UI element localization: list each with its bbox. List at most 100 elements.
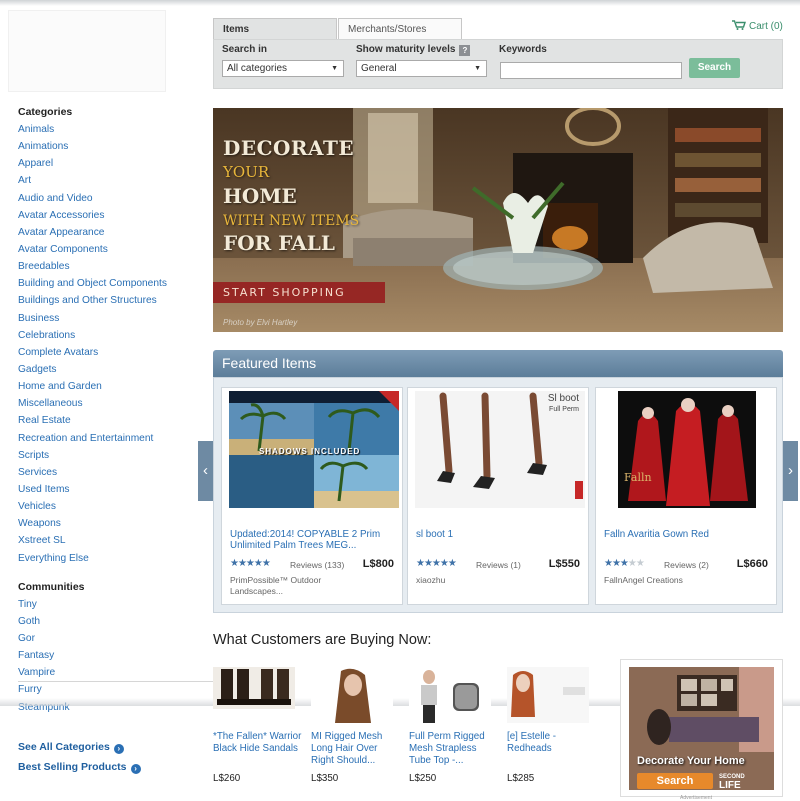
sidebar-category-link[interactable]: Breedables: [18, 258, 198, 275]
sidebar-category-link[interactable]: Used Items: [18, 481, 198, 498]
featured-item-seller[interactable]: PrimPossible™ Outdoor Landscapes...: [230, 575, 330, 597]
maturity-label-text: Show maturity levels: [356, 44, 456, 55]
best-selling-link[interactable]: Best Selling Products ›: [18, 757, 198, 777]
arrow-circle-icon: ›: [113, 743, 124, 754]
image-caption: Full Perm: [549, 406, 579, 413]
search-button[interactable]: Search: [689, 58, 740, 78]
featured-item-seller[interactable]: FallnAngel Creations: [604, 575, 704, 586]
banner-line-4: WITH NEW ITEMS: [223, 213, 360, 229]
featured-item-seller[interactable]: xiaozhu: [416, 575, 516, 586]
featured-item-price: L$800: [362, 558, 394, 570]
logo-area: [8, 10, 166, 92]
redheads-hair-image: [507, 667, 589, 723]
sidebar-category-link[interactable]: Celebrations: [18, 327, 198, 344]
keywords-input[interactable]: [501, 66, 681, 81]
sidebar-category-link[interactable]: Audio and Video: [18, 190, 198, 207]
sidebar-category-link[interactable]: Animals: [18, 121, 198, 138]
sidebar-category-link[interactable]: Gadgets: [18, 361, 198, 378]
product-image: [507, 667, 589, 723]
maturity-select[interactable]: General ▼: [356, 60, 487, 77]
sidebar-community-link[interactable]: Tiny: [18, 596, 198, 613]
second-life-logo: SECOND LIFE: [719, 774, 745, 790]
sidebar-category-link[interactable]: Avatar Components: [18, 241, 198, 258]
product-image: Falln: [618, 391, 756, 508]
sidebar: Categories Animals Animations Apparel Art Au…: [18, 104, 215, 777]
sidebar-category-link[interactable]: Vehicles: [18, 498, 198, 515]
sidebar-community-link[interactable]: Gor: [18, 630, 198, 647]
tab-items[interactable]: Items: [213, 18, 337, 40]
featured-item-card[interactable]: Sl boot Full Perm sl boot 1 ★★★★★ Review…: [407, 387, 589, 605]
reviews-link[interactable]: Reviews (1): [476, 560, 521, 570]
sidebar-community-link[interactable]: Vampire: [18, 664, 198, 681]
search-in-label: Search in: [222, 44, 268, 55]
reviews-link[interactable]: Reviews (2): [664, 560, 709, 570]
image-caption: Sl boot: [547, 393, 579, 404]
sidebar-community-link[interactable]: Fantasy: [18, 647, 198, 664]
sidebar-category-link[interactable]: Home and Garden: [18, 378, 198, 395]
product-image: Shadows Included: [229, 391, 399, 508]
promo-banner[interactable]: DECORATE YOUR HOME WITH NEW ITEMS FOR FA…: [213, 108, 783, 332]
sidebar-category-link[interactable]: Avatar Accessories: [18, 207, 198, 224]
ad-image: Decorate Your Home Search SECOND LIFE: [629, 667, 774, 790]
featured-item-price: L$550: [548, 558, 580, 570]
rating-stars: ★★★★★: [416, 558, 457, 569]
banner-headline: DECORATE YOUR HOME WITH NEW ITEMS FOR FA…: [223, 138, 359, 253]
sidebar-category-link[interactable]: Everything Else: [18, 550, 198, 567]
see-all-categories-label: See All Categories: [18, 740, 110, 753]
ad-search-button[interactable]: Search: [637, 773, 713, 789]
cart-icon: [732, 20, 746, 30]
sidebar-category-link[interactable]: Real Estate: [18, 412, 198, 429]
featured-item-title[interactable]: sl boot 1: [416, 529, 584, 540]
customer-item-title[interactable]: MI Rigged Mesh Long Hair Over Right Shou…: [311, 731, 401, 767]
carousel-next-button[interactable]: ›: [783, 441, 798, 501]
categories-heading: Categories: [18, 106, 73, 118]
customer-item-title[interactable]: Full Perm Rigged Mesh Strapless Tube Top…: [409, 731, 499, 767]
advertisement[interactable]: Decorate Your Home Search SECOND LIFE: [620, 659, 783, 797]
sidebar-category-link[interactable]: Apparel: [18, 155, 198, 172]
customers-buying-heading: What Customers are Buying Now:: [213, 632, 432, 648]
customer-item-title[interactable]: [e] Estelle - Redheads: [507, 731, 597, 755]
sidebar-category-link[interactable]: Scripts: [18, 447, 198, 464]
banner-line-1: DECORATE: [223, 136, 355, 160]
sidebar-category-link[interactable]: Services: [18, 464, 198, 481]
featured-item-card[interactable]: Shadows Included Updated:2014! COPYABLE …: [221, 387, 403, 605]
banner-line-5: FOR FALL: [223, 231, 335, 255]
customer-item-price: L$250: [409, 773, 437, 784]
dropdown-arrow-icon: ▼: [474, 65, 481, 72]
sidebar-category-link[interactable]: Animations: [18, 138, 198, 155]
start-shopping-button[interactable]: START SHOPPING: [213, 282, 385, 303]
sidebar-category-link[interactable]: Weapons: [18, 515, 198, 532]
logo-text: LIFE: [719, 780, 741, 790]
featured-item-title[interactable]: Updated:2014! COPYABLE 2 Prim Unlimited …: [230, 529, 398, 551]
sidebar-community-link[interactable]: Goth: [18, 613, 198, 630]
featured-item-card[interactable]: Falln Falln Avaritia Gown Red ★★★★★ Revi…: [595, 387, 777, 605]
keywords-label: Keywords: [499, 44, 547, 55]
help-icon[interactable]: ?: [459, 45, 471, 56]
see-all-categories-link[interactable]: See All Categories ›: [18, 737, 198, 757]
maturity-label: Show maturity levels?: [356, 44, 471, 56]
reviews-link[interactable]: Reviews (133): [290, 560, 344, 570]
arrow-circle-icon: ›: [130, 763, 141, 774]
ad-caption: Decorate Your Home: [637, 755, 745, 767]
sidebar-category-link[interactable]: Art: [18, 172, 198, 189]
customer-item-price: L$350: [311, 773, 339, 784]
search-in-select[interactable]: All categories ▼: [222, 60, 344, 77]
cart-link[interactable]: Cart (0): [732, 20, 783, 32]
sidebar-category-link[interactable]: Avatar Appearance: [18, 224, 198, 241]
sidebar-category-link[interactable]: Business: [18, 310, 198, 327]
carousel-prev-button[interactable]: ‹: [198, 441, 213, 501]
sidebar-category-link[interactable]: Xstreet SL: [18, 532, 198, 549]
sidebar-category-link[interactable]: Recreation and Entertainment: [18, 430, 198, 447]
tab-merchants-stores[interactable]: Merchants/Stores: [338, 18, 462, 40]
featured-item-title[interactable]: Falln Avaritia Gown Red: [604, 529, 772, 540]
sidebar-community-link[interactable]: Furry: [18, 681, 198, 698]
sidebar-category-link[interactable]: Buildings and Other Structures: [18, 292, 198, 309]
sidebar-category-link[interactable]: Building and Object Components: [18, 275, 198, 292]
featured-items-heading: Featured Items: [213, 350, 783, 377]
search-in-value: All categories: [227, 63, 288, 74]
communities-heading: Communities: [18, 580, 85, 593]
ad-room-image: [629, 667, 774, 790]
customer-item-title[interactable]: *The Fallen* Warrior Black Hide Sandals: [213, 731, 303, 755]
sidebar-category-link[interactable]: Miscellaneous: [18, 395, 198, 412]
sidebar-category-link[interactable]: Complete Avatars: [18, 344, 198, 361]
